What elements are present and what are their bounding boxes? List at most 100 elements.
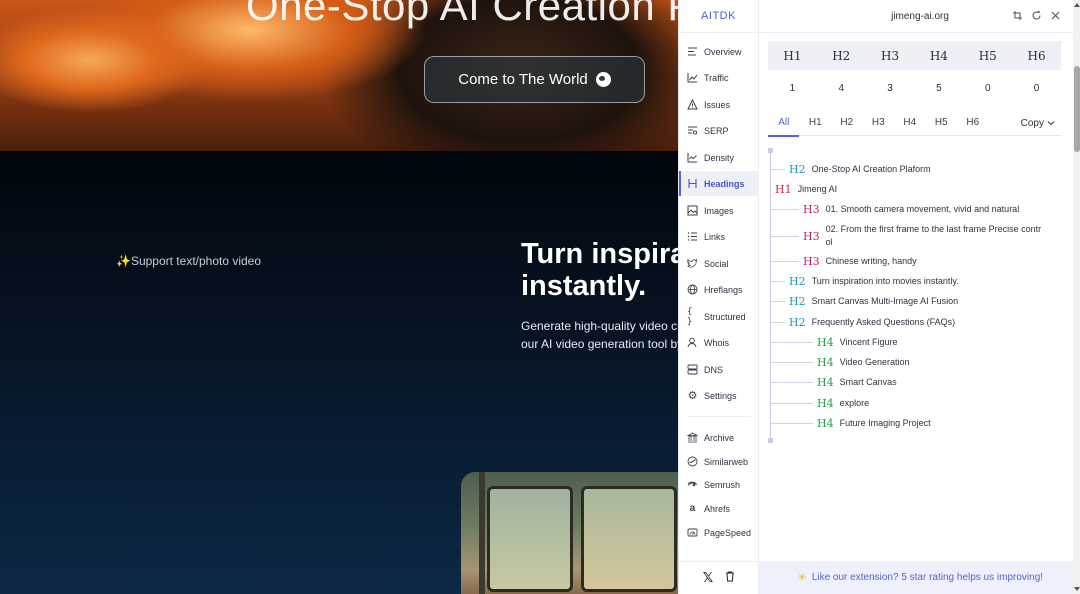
tab-all[interactable]: All xyxy=(768,112,800,137)
tree-connector xyxy=(771,361,813,363)
tool-semrush[interactable]: Semrush xyxy=(679,472,759,497)
tree-connector xyxy=(771,321,785,323)
tab-h4[interactable]: H4 xyxy=(894,112,926,136)
brand-logo[interactable]: AITDK xyxy=(679,0,758,33)
close-icon[interactable] xyxy=(1050,10,1061,24)
trash-icon[interactable] xyxy=(725,571,735,585)
nav-headings[interactable]: Headings xyxy=(679,171,759,196)
pagespeed-icon xyxy=(687,527,698,538)
heading-text: Jimeng AI xyxy=(797,184,838,194)
count-value-h5: 0 xyxy=(984,83,991,94)
heading-row[interactable]: H4 Vincent Figure xyxy=(771,332,897,352)
globe-icon xyxy=(687,284,698,295)
user-icon xyxy=(687,337,698,348)
heading-count-values: 1 4 3 5 0 0 xyxy=(768,70,1061,107)
heading-row[interactable]: H3 Chinese writing, handy xyxy=(771,251,917,271)
braces-icon: { } xyxy=(687,306,693,327)
nav-divider xyxy=(687,416,751,417)
heading-row[interactable]: H2 One-Stop AI Creation Plaform xyxy=(771,159,931,179)
nav-issues[interactable]: Issues xyxy=(679,92,759,117)
scroll-up-arrow[interactable] xyxy=(1074,3,1080,7)
heading-row[interactable]: H3 02. From the first frame to the last … xyxy=(771,219,1041,253)
extension-main: jimeng-ai.org H1 H2 H3 H4 H5 H6 1 4 3 5 … xyxy=(759,0,1080,594)
nav-links[interactable]: Links xyxy=(679,224,759,249)
chevron-down-icon xyxy=(1047,118,1055,129)
nav-label: Images xyxy=(704,205,734,216)
overview-icon xyxy=(687,46,698,57)
heading-tag-h2: H2 xyxy=(789,294,806,308)
archive-icon xyxy=(687,432,698,443)
tab-h1[interactable]: H1 xyxy=(800,112,832,136)
nav-structured[interactable]: { } Structured xyxy=(679,304,759,329)
hero-banner: One-Stop AI Creation P Come to The World xyxy=(0,0,680,151)
globe-icon xyxy=(595,72,611,87)
nav-overview[interactable]: Overview xyxy=(679,39,759,64)
gear-icon: ⚙ xyxy=(687,390,698,402)
twitter-icon xyxy=(687,258,698,269)
heading-tag-h1: H1 xyxy=(775,182,792,196)
traffic-icon xyxy=(687,72,698,83)
rating-banner[interactable]: ☀ Like our extension? 5 star rating help… xyxy=(759,561,1080,594)
vertical-scrollbar[interactable] xyxy=(1073,0,1080,594)
refresh-icon[interactable] xyxy=(1031,10,1042,24)
crop-icon[interactable] xyxy=(1012,10,1023,24)
tool-archive[interactable]: Archive xyxy=(679,425,759,450)
video-thumbnail[interactable] xyxy=(461,472,680,594)
server-icon xyxy=(687,364,698,375)
heading-row[interactable]: H4 explore xyxy=(771,393,869,413)
tree-connector xyxy=(771,341,813,343)
tree-connector xyxy=(771,168,785,170)
x-twitter-icon[interactable]: 𝕏 xyxy=(703,570,713,586)
come-to-world-button[interactable]: Come to The World xyxy=(424,56,645,103)
nav-label: Hreflangs xyxy=(704,284,743,295)
tab-h6[interactable]: H6 xyxy=(957,112,989,136)
heading-text: Future Imaging Project xyxy=(839,418,931,428)
heading-row[interactable]: H2 Frequently Asked Questions (FAQs) xyxy=(771,312,955,332)
nav-images[interactable]: Images xyxy=(679,198,759,223)
tool-label: Semrush xyxy=(704,479,741,490)
nav-traffic[interactable]: Traffic xyxy=(679,65,759,90)
heading-text: 01. Smooth camera movement, vivid and na… xyxy=(825,204,1020,214)
scrollbar-thumb[interactable] xyxy=(1074,66,1080,152)
tab-h5[interactable]: H5 xyxy=(926,112,958,136)
heading-row[interactable]: H3 01. Smooth camera movement, vivid and… xyxy=(771,199,1019,219)
heading-tag-h2: H2 xyxy=(789,274,806,288)
heading-row[interactable]: H4 Future Imaging Project xyxy=(771,413,931,433)
nav-label: Overview xyxy=(704,46,742,57)
scroll-down-arrow[interactable] xyxy=(1074,587,1080,591)
tool-similarweb[interactable]: Similarweb xyxy=(679,449,759,474)
nav-dns[interactable]: DNS xyxy=(679,357,759,382)
tool-label: Ahrefs xyxy=(704,503,731,514)
extension-topbar: jimeng-ai.org xyxy=(759,0,1080,33)
heading-text: Chinese writing, handy xyxy=(825,256,917,266)
tab-h2[interactable]: H2 xyxy=(831,112,863,136)
heading-row[interactable]: H4 Smart Canvas xyxy=(771,372,897,392)
links-icon xyxy=(687,231,698,242)
count-value-h4: 5 xyxy=(936,83,942,94)
count-value-h1: 1 xyxy=(789,83,796,94)
nav-settings[interactable]: ⚙ Settings xyxy=(679,383,759,408)
heading-row[interactable]: H4 Video Generation xyxy=(771,352,909,372)
count-value-h3: 3 xyxy=(887,83,893,94)
tab-h3[interactable]: H3 xyxy=(863,112,895,136)
nav-hreflangs[interactable]: Hreflangs xyxy=(679,277,759,302)
aitdk-extension-panel: AITDK Overview Traffic Issues SERP Densi… xyxy=(678,0,1080,594)
tool-ahrefs[interactable]: a Ahrefs xyxy=(679,496,759,521)
nav-density[interactable]: Density xyxy=(679,145,759,170)
rating-banner-text: Like our extension? 5 star rating helps … xyxy=(811,572,1044,583)
tool-pagespeed[interactable]: PageSpeed xyxy=(679,520,759,545)
heading-row[interactable]: H1 Jimeng AI xyxy=(771,179,837,199)
section-description: Generate high-quality video clip our AI … xyxy=(521,317,680,353)
heading-count-header: H1 H2 H3 H4 H5 H6 xyxy=(768,41,1061,70)
tree-connector xyxy=(771,422,813,424)
nav-social[interactable]: Social xyxy=(679,251,759,276)
heading-row[interactable]: H2 Turn inspiration into movies instantl… xyxy=(771,271,959,291)
heading-row[interactable]: H2 Smart Canvas Multi-Image AI Fusion xyxy=(771,291,958,311)
nav-serp[interactable]: SERP xyxy=(679,118,759,143)
nav-label: Settings xyxy=(704,390,737,401)
count-value-h2: 4 xyxy=(838,83,845,94)
section-description-line-1: Generate high-quality video clip xyxy=(521,319,680,333)
copy-button[interactable]: Copy xyxy=(1021,118,1061,129)
tree-connector xyxy=(771,402,813,404)
nav-whois[interactable]: Whois xyxy=(679,330,759,355)
